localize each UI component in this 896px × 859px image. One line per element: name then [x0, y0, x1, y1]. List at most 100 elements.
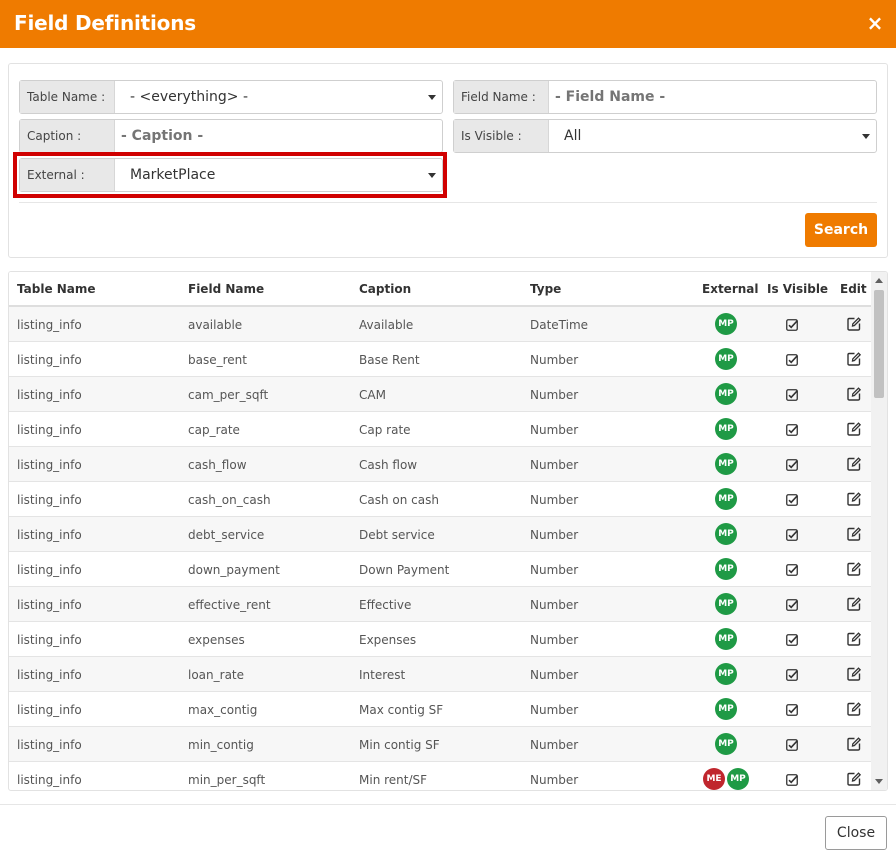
is-visible-value: All	[564, 128, 582, 144]
checkbox-checked-icon	[786, 773, 799, 786]
cell-type: Number	[530, 423, 579, 437]
cell-caption: Interest	[359, 668, 406, 682]
cell-caption: Available	[359, 318, 414, 332]
cell-type: Number	[530, 598, 579, 612]
search-button[interactable]: Search	[805, 213, 877, 247]
cell-type: Number	[530, 633, 579, 647]
close-button[interactable]: Close	[825, 816, 887, 850]
table-row[interactable]: listing_info cam_per_sqft CAM Number MP	[9, 377, 871, 412]
cell-type: Number	[530, 563, 579, 577]
mp-badge: MP	[715, 418, 737, 440]
cell-caption: Expenses	[359, 633, 417, 647]
header-edit: Edit	[840, 282, 867, 296]
cell-type: Number	[530, 353, 579, 367]
scroll-thumb[interactable]	[874, 290, 884, 398]
cell-caption: Cash on cash	[359, 493, 439, 507]
edit-icon[interactable]	[847, 632, 862, 646]
cell-caption: Min contig SF	[359, 738, 440, 752]
mp-badge: MP	[715, 523, 737, 545]
header-type[interactable]: Type	[530, 282, 561, 296]
cell-table-name: listing_info	[17, 738, 82, 752]
mp-badge: MP	[715, 383, 737, 405]
cell-table-name: listing_info	[17, 528, 82, 542]
mp-badge: MP	[715, 488, 737, 510]
external-badges: MP	[715, 418, 737, 440]
table-name-select[interactable]: Table Name : - <everything> -	[19, 80, 443, 114]
cell-caption: Cash flow	[359, 458, 418, 472]
table-row[interactable]: listing_info effective_rent Effective Numbe…	[9, 587, 871, 622]
external-badges: ME MP	[703, 768, 749, 790]
table-row[interactable]: listing_info expenses Expenses Number MP	[9, 622, 871, 657]
cell-field-name: debt_service	[188, 528, 265, 542]
header-table-name[interactable]: Table Name	[17, 282, 96, 296]
table-row[interactable]: listing_info max_contig Max contig SF Numbe…	[9, 692, 871, 727]
cell-field-name: max_contig	[188, 703, 258, 717]
chevron-down-icon	[428, 95, 436, 100]
external-badges: MP	[715, 453, 737, 475]
cell-caption: Cap rate	[359, 423, 411, 437]
edit-icon[interactable]	[847, 387, 862, 401]
edit-icon[interactable]	[847, 667, 862, 681]
header-external[interactable]: External	[702, 282, 758, 296]
cell-table-name: listing_info	[17, 423, 82, 437]
external-badges: MP	[715, 593, 737, 615]
edit-icon[interactable]	[847, 492, 862, 506]
external-badges: MP	[715, 663, 737, 685]
edit-icon[interactable]	[847, 702, 862, 716]
cell-table-name: listing_info	[17, 598, 82, 612]
cell-table-name: listing_info	[17, 703, 82, 717]
field-name-field: Field Name :	[453, 80, 877, 114]
edit-icon[interactable]	[847, 597, 862, 611]
cell-table-name: listing_info	[17, 458, 82, 472]
table-row[interactable]: listing_info base_rent Base Rent Number MP	[9, 342, 871, 377]
header-field-name[interactable]: Field Name	[188, 282, 264, 296]
table-row[interactable]: listing_info available Available DateTime MP	[9, 307, 871, 342]
edit-icon[interactable]	[847, 737, 862, 751]
edit-icon[interactable]	[847, 527, 862, 541]
mp-badge: MP	[715, 628, 737, 650]
external-select[interactable]: External : MarketPlace	[19, 158, 443, 192]
table-row[interactable]: listing_info debt_service Debt service Numb…	[9, 517, 871, 552]
header-is-visible[interactable]: Is Visible	[767, 282, 828, 296]
field-name-input[interactable]	[550, 81, 876, 113]
cell-field-name: cap_rate	[188, 423, 240, 437]
table-row[interactable]: listing_info cash_on_cash Cash on cash Numb…	[9, 482, 871, 517]
edit-icon[interactable]	[847, 562, 862, 576]
checkbox-checked-icon	[786, 668, 799, 681]
mp-badge: MP	[715, 558, 737, 580]
scroll-up-arrow-icon[interactable]	[875, 278, 883, 283]
table-row[interactable]: listing_info down_payment Down Payment Numb…	[9, 552, 871, 587]
results-table: Table Name Field Name Caption Type Exter…	[8, 271, 888, 791]
table-row[interactable]: listing_info cap_rate Cap rate Number MP	[9, 412, 871, 447]
close-icon[interactable]: ×	[866, 12, 884, 34]
cell-field-name: available	[188, 318, 243, 332]
cell-type: Number	[530, 738, 579, 752]
external-label: External :	[20, 159, 115, 191]
scroll-down-arrow-icon[interactable]	[875, 779, 883, 784]
is-visible-select[interactable]: Is Visible : All	[453, 119, 877, 153]
table-row[interactable]: listing_info cash_flow Cash flow Number MP	[9, 447, 871, 482]
checkbox-checked-icon	[786, 318, 799, 331]
table-scrollbar[interactable]	[871, 272, 887, 790]
header-caption[interactable]: Caption	[359, 282, 411, 296]
table-row[interactable]: listing_info min_per_sqft Min rent/SF Numbe…	[9, 762, 871, 790]
edit-icon[interactable]	[847, 422, 862, 436]
me-badge: ME	[703, 768, 725, 790]
chevron-down-icon	[862, 134, 870, 139]
cell-type: Number	[530, 388, 579, 402]
dialog-title: Field Definitions	[14, 11, 196, 35]
table-row[interactable]: listing_info loan_rate Interest Number MP	[9, 657, 871, 692]
caption-input[interactable]	[116, 120, 442, 152]
table-row[interactable]: listing_info min_contig Min contig SF Numbe…	[9, 727, 871, 762]
cell-caption: Base Rent	[359, 353, 420, 367]
edit-icon[interactable]	[847, 772, 862, 786]
edit-icon[interactable]	[847, 317, 862, 331]
cell-type: Number	[530, 528, 579, 542]
mp-badge: MP	[715, 453, 737, 475]
caption-field: Caption :	[19, 119, 443, 153]
cell-caption: CAM	[359, 388, 386, 402]
edit-icon[interactable]	[847, 457, 862, 471]
cell-type: Number	[530, 458, 579, 472]
cell-table-name: listing_info	[17, 633, 82, 647]
edit-icon[interactable]	[847, 352, 862, 366]
